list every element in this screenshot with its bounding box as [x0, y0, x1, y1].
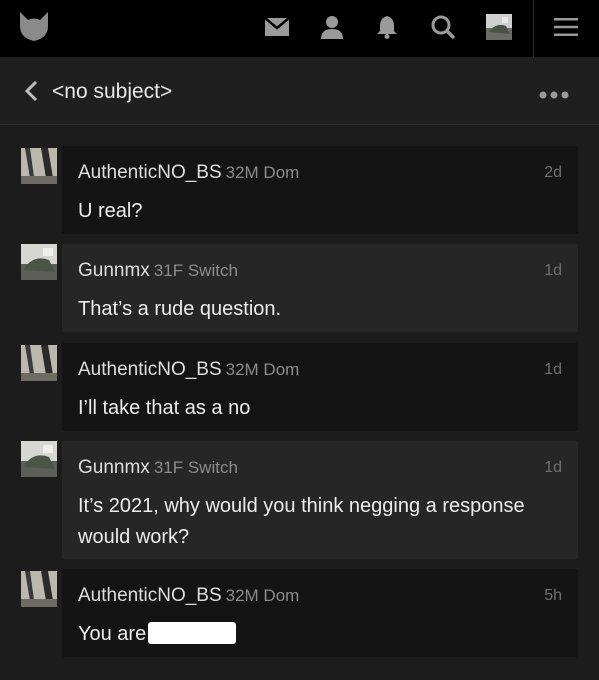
message-sender: AuthenticNO_BS 32M Dom	[78, 359, 299, 381]
conversation-header: <no subject>	[0, 57, 599, 125]
message-time: 1d	[544, 361, 562, 378]
top-nav-bar	[0, 0, 599, 57]
message-time: 5h	[544, 587, 562, 604]
avatar[interactable]	[21, 244, 57, 280]
sender-meta: 31F Switch	[153, 261, 238, 280]
logo-icon[interactable]	[18, 10, 50, 42]
message-text: That’s a rude question.	[78, 298, 282, 320]
message-bubble: AuthenticNO_BS 32M Dom 2d U real?	[62, 146, 578, 234]
message-time: 1d	[544, 459, 562, 476]
message-time: 1d	[544, 262, 562, 279]
message-sender: Gunnmx 31F Switch	[78, 260, 238, 282]
sender-meta: 31F Switch	[153, 458, 238, 477]
search-icon[interactable]	[428, 12, 458, 42]
conversation-subject: <no subject>	[52, 80, 173, 103]
sender-meta: 32M Dom	[225, 360, 300, 379]
message-text: U real?	[78, 200, 143, 222]
sender-username[interactable]: AuthenticNO_BS	[78, 162, 222, 183]
avatar[interactable]	[21, 441, 57, 477]
account-avatar[interactable]	[484, 12, 514, 42]
message-bubble: Gunnmx 31F Switch 1d That’s a rude questi…	[62, 244, 578, 332]
message-sender: Gunnmx 31F Switch	[78, 457, 238, 479]
sender-meta: 32M Dom	[225, 586, 300, 605]
message-text: It’s 2021, why would you think negging a…	[78, 495, 525, 548]
message-sender: AuthenticNO_BS 32M Dom	[78, 162, 299, 184]
sender-username[interactable]: Gunnmx	[78, 457, 150, 478]
avatar[interactable]	[21, 345, 57, 381]
avatar[interactable]	[21, 148, 57, 184]
more-options-icon[interactable]	[538, 87, 570, 99]
mail-icon[interactable]	[262, 12, 292, 42]
sender-username[interactable]: AuthenticNO_BS	[78, 359, 222, 380]
back-chevron-icon[interactable]	[22, 79, 42, 103]
message-bubble: Gunnmx 31F Switch 1d It’s 2021, why would…	[62, 441, 578, 559]
message-text-row: You are	[78, 619, 556, 650]
sender-username[interactable]: AuthenticNO_BS	[78, 585, 222, 606]
message-time: 2d	[544, 164, 562, 181]
avatar[interactable]	[21, 571, 57, 607]
sender-username[interactable]: Gunnmx	[78, 260, 150, 281]
redaction-bar	[148, 621, 237, 644]
menu-icon[interactable]	[551, 12, 581, 42]
message-text: You are	[78, 623, 147, 645]
message-bubble: AuthenticNO_BS 32M Dom 5h You are	[62, 569, 578, 657]
message-sender: AuthenticNO_BS 32M Dom	[78, 585, 299, 607]
sender-meta: 32M Dom	[225, 163, 300, 182]
message-bubble: AuthenticNO_BS 32M Dom 1d I’ll take that …	[62, 343, 578, 431]
user-icon[interactable]	[317, 12, 347, 42]
message-text: I’ll take that as a no	[78, 397, 251, 419]
bell-icon[interactable]	[372, 12, 402, 42]
nav-divider	[533, 0, 534, 57]
